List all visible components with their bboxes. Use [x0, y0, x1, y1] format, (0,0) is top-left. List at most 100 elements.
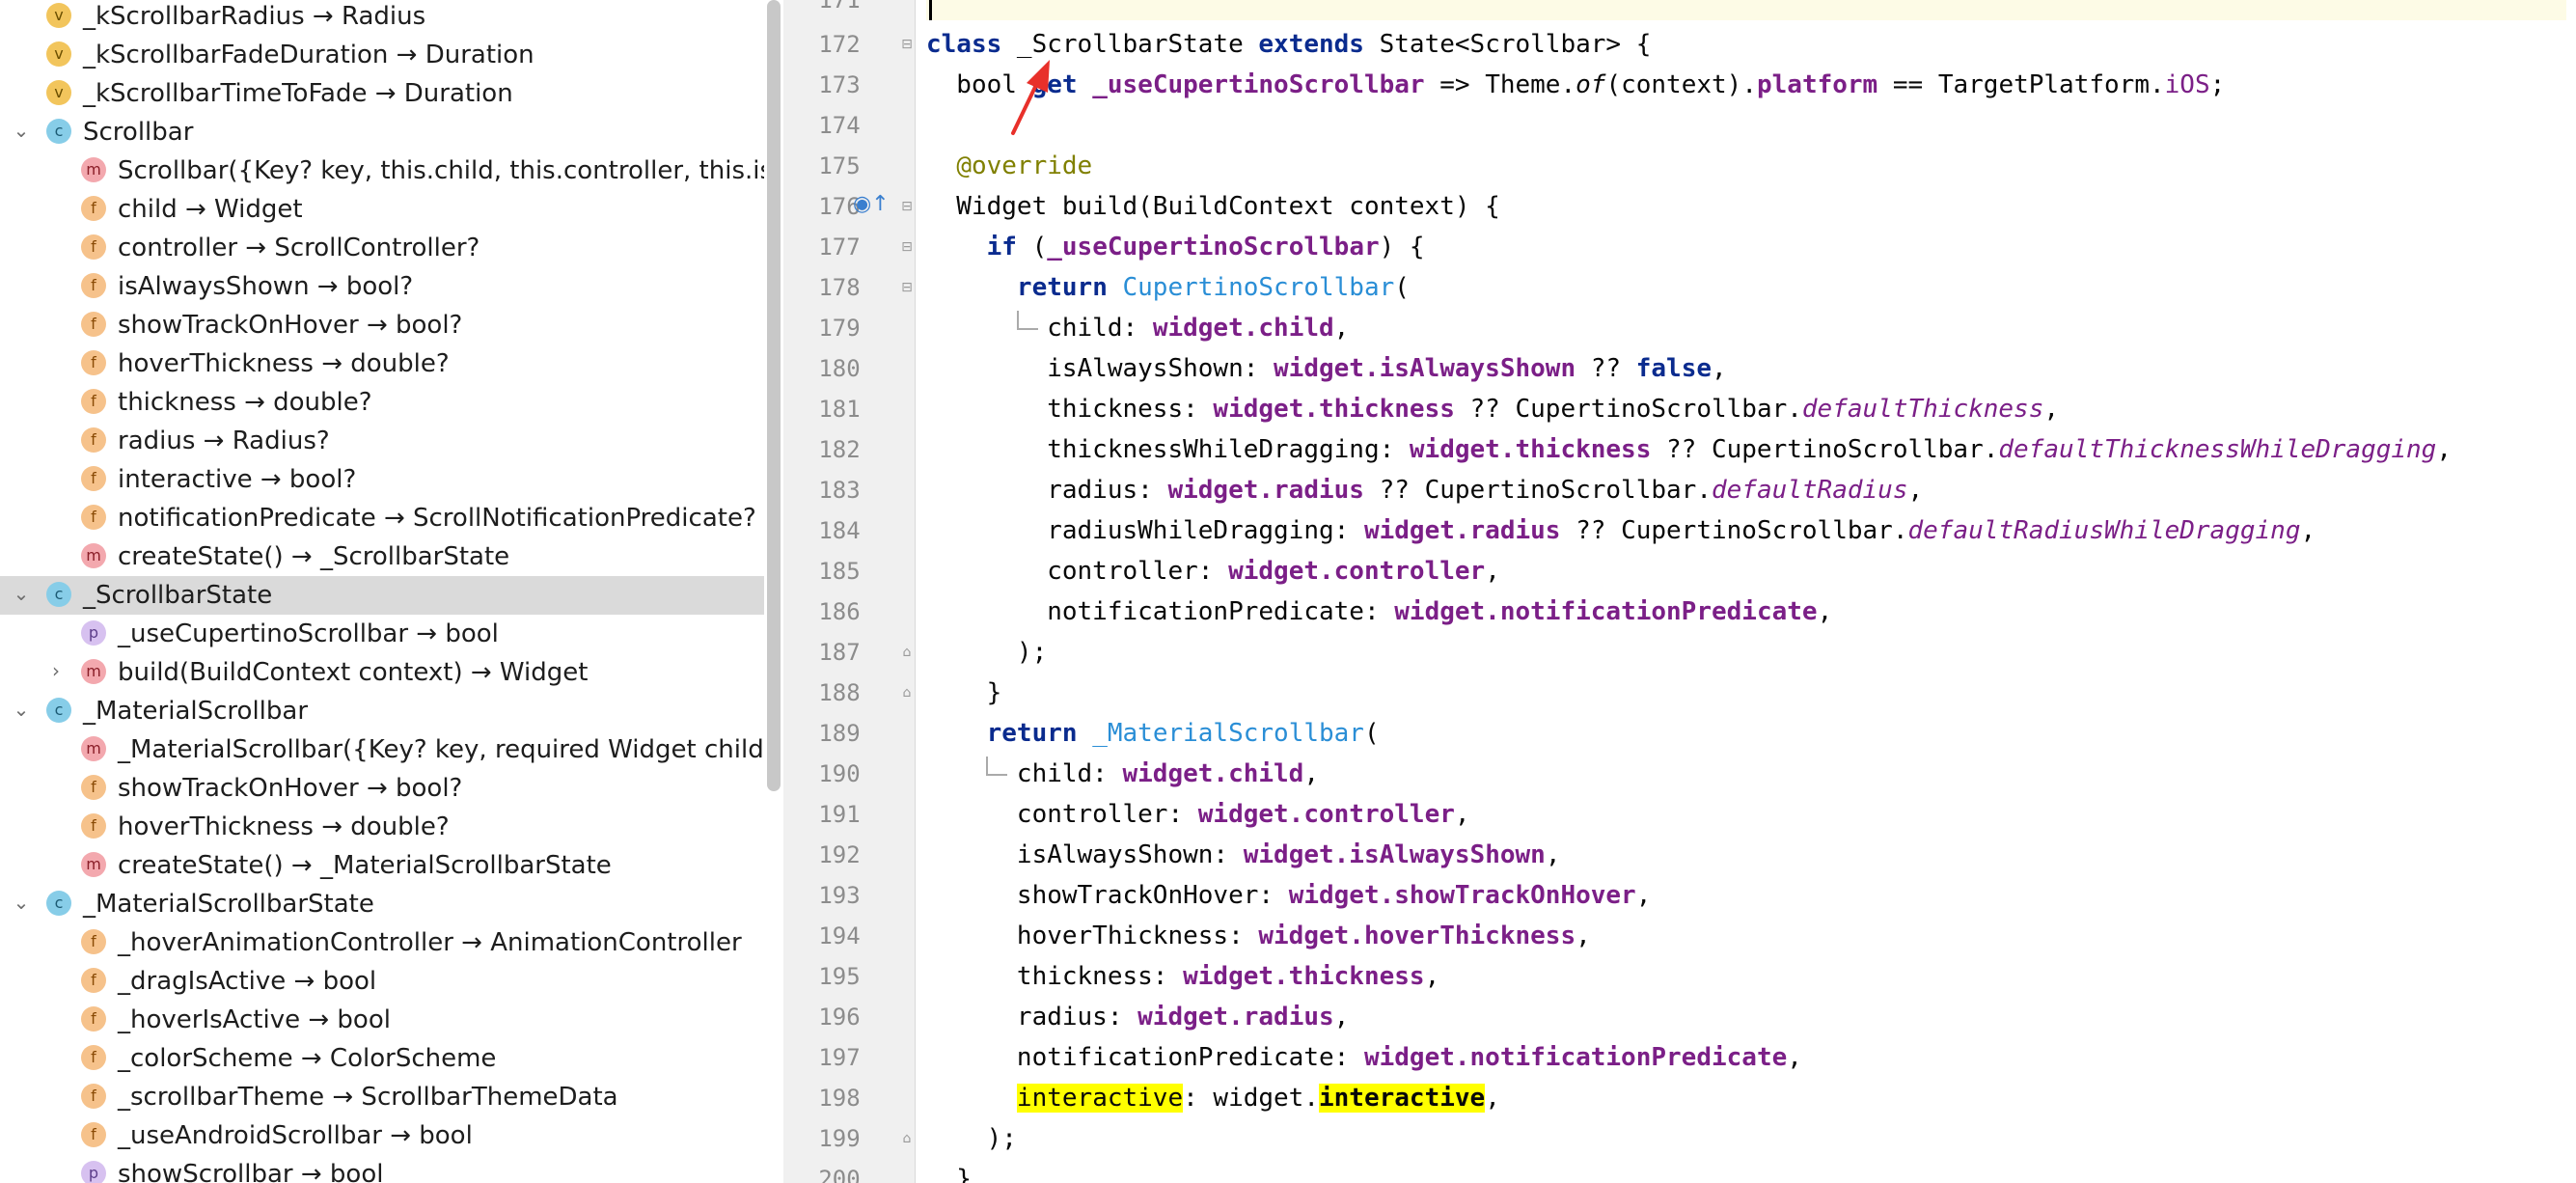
tree-item[interactable]: v _kScrollbarFadeDuration → Duration	[0, 36, 764, 74]
code-line[interactable]: controller: widget.controller,	[926, 551, 1500, 592]
chevron-down-icon[interactable]: ⌄	[12, 893, 31, 912]
identifier: _useCupertinoScrollbar	[1047, 233, 1380, 261]
code-line[interactable]: child: widget.child,	[926, 308, 1349, 348]
tree-item[interactable]: f radius → Radius?	[0, 422, 764, 460]
annotation: @override	[956, 151, 1093, 180]
tree-item[interactable]: f thickness → double?	[0, 383, 764, 422]
indent-guide	[1017, 311, 1038, 330]
keyword: return	[986, 719, 1078, 748]
line-number: 188	[818, 679, 861, 706]
code-line[interactable]: return CupertinoScrollbar(	[926, 267, 1410, 308]
tree-item[interactable]: f interactive → bool?	[0, 460, 764, 499]
tree-item[interactable]: f isAlwaysShown → bool?	[0, 267, 764, 306]
code-line[interactable]: radius: widget.radius,	[926, 997, 1349, 1037]
tree-item[interactable]: f _hoverIsActive → bool	[0, 1001, 764, 1039]
line-number: 174	[818, 112, 861, 139]
fold-end-icon[interactable]: ⌂	[899, 1118, 915, 1159]
tree-item-class[interactable]: ⌄ c _MaterialScrollbar	[0, 692, 764, 730]
code-line[interactable]: isAlwaysShown: widget.isAlwaysShown,	[926, 835, 1561, 875]
code-line[interactable]: return _MaterialScrollbar(	[926, 713, 1380, 754]
identifier: widget.notificationPredicate	[1363, 1043, 1788, 1072]
code-text: ,	[1333, 1003, 1350, 1032]
tree-item[interactable]: f hoverThickness → double?	[0, 808, 764, 846]
tree-item[interactable]: p _useCupertinoScrollbar → bool	[0, 615, 764, 653]
tree-item[interactable]: f _dragIsActive → bool	[0, 962, 764, 1001]
code-line[interactable]: thickness: widget.thickness,	[926, 956, 1439, 997]
code-text: notificationPredicate:	[926, 1043, 1364, 1072]
tree-item[interactable]: f _colorScheme → ColorScheme	[0, 1039, 764, 1078]
code-line[interactable]: bool get _useCupertinoScrollbar => Theme…	[926, 65, 2225, 105]
tree-item[interactable]: f _useAndroidScrollbar → bool	[0, 1116, 764, 1155]
code-line[interactable]: notificationPredicate: widget.notificati…	[926, 1037, 1802, 1078]
tree-item[interactable]: f showTrackOnHover → bool?	[0, 769, 764, 808]
code-line[interactable]: controller: widget.controller,	[926, 794, 1470, 835]
code-line[interactable]: showTrackOnHover: widget.showTrackOnHove…	[926, 875, 1651, 916]
code-text: (	[1016, 233, 1048, 261]
code-text: ,	[2300, 516, 2316, 545]
tree-item[interactable]: m Scrollbar({Key? key, this.child, this.…	[0, 151, 764, 190]
code-line[interactable]: );	[926, 632, 1047, 673]
code-line[interactable]: hoverThickness: widget.hoverThickness,	[926, 916, 1591, 956]
tree-item[interactable]: v _kScrollbarRadius → Radius	[0, 0, 764, 36]
code-editor[interactable]: 171 172 173 174 175 176 177 178 179 180 …	[783, 0, 2576, 1183]
fold-marker-icon[interactable]: ⊟	[899, 227, 915, 267]
fold-end-icon[interactable]: ⌂	[899, 632, 915, 673]
tree-item[interactable]: f showTrackOnHover → bool?	[0, 306, 764, 344]
search-highlight: interactive	[1016, 1084, 1184, 1113]
identifier: widget.showTrackOnHover	[1288, 881, 1636, 910]
override-marker-icon[interactable]: ◉↑	[853, 192, 890, 216]
tree-item[interactable]: f _hoverAnimationController → AnimationC…	[0, 923, 764, 962]
line-number: 179	[818, 315, 861, 342]
code-text: ,	[1485, 557, 1500, 586]
fold-end-icon[interactable]: ⌂	[899, 673, 915, 713]
code-line[interactable]: Widget build(BuildContext context) {	[926, 186, 1500, 227]
code-line[interactable]: class _ScrollbarState extends State<Scro…	[926, 24, 1651, 65]
tree-item[interactable]: m createState() → _MaterialScrollbarStat…	[0, 846, 764, 885]
tree-item[interactable]: f hoverThickness → double?	[0, 344, 764, 383]
code-line[interactable]: );	[926, 1118, 1017, 1159]
code-line[interactable]: thickness: widget.thickness ?? Cupertino…	[926, 389, 2059, 429]
field-icon: f	[81, 968, 106, 993]
fold-marker-icon[interactable]: ⊟	[899, 186, 915, 227]
tree-item[interactable]: f controller → ScrollController?	[0, 229, 764, 267]
tree-item[interactable]: › m build(BuildContext context) → Widget	[0, 653, 764, 692]
tree-item[interactable]: m _MaterialScrollbar({Key? key, required…	[0, 730, 764, 769]
class-icon: c	[46, 891, 71, 916]
tree-item-class[interactable]: ⌄ c Scrollbar	[0, 113, 764, 151]
code-line[interactable]: notificationPredicate: widget.notificati…	[926, 592, 1832, 632]
code-text: radiusWhileDragging:	[926, 516, 1364, 545]
code-line[interactable]: }	[926, 1159, 972, 1183]
chevron-down-icon[interactable]: ⌄	[12, 700, 31, 719]
code-line[interactable]: interactive: widget.interactive,	[926, 1078, 1500, 1118]
code-line[interactable]: }	[926, 673, 1002, 713]
code-line[interactable]: radius: widget.radius ?? CupertinoScroll…	[926, 470, 1923, 510]
tree-item-class-selected[interactable]: ⌄ c _ScrollbarState	[0, 576, 764, 615]
code-line[interactable]: @override	[926, 146, 1092, 186]
line-number: 197	[818, 1044, 861, 1071]
fold-marker-icon[interactable]: ⊟	[899, 267, 915, 308]
property-icon: p	[81, 1161, 106, 1183]
chevron-down-icon[interactable]: ⌄	[12, 584, 31, 603]
keyword: get	[1031, 70, 1078, 99]
structure-scrollbar[interactable]	[767, 0, 781, 791]
code-line[interactable]: isAlwaysShown: widget.isAlwaysShown ?? f…	[926, 348, 1726, 389]
code-text: ,	[1635, 881, 1652, 910]
tree-item[interactable]: f child → Widget	[0, 190, 764, 229]
chevron-right-icon[interactable]: ›	[46, 661, 66, 680]
code-line[interactable]: if (_useCupertinoScrollbar) {	[926, 227, 1425, 267]
code-line-current[interactable]	[926, 0, 2566, 20]
tree-item[interactable]: f _scrollbarTheme → ScrollbarThemeData	[0, 1078, 764, 1116]
tree-item[interactable]: f notificationPredicate → ScrollNotifica…	[0, 499, 764, 537]
field-icon: f	[81, 775, 106, 800]
tree-item[interactable]: v _kScrollbarTimeToFade → Duration	[0, 74, 764, 113]
chevron-down-icon[interactable]: ⌄	[12, 121, 31, 140]
code-line[interactable]: thicknessWhileDragging: widget.thickness…	[926, 429, 2452, 470]
fold-marker-icon[interactable]: ⊟	[899, 24, 915, 65]
tree-item-class[interactable]: ⌄ c _MaterialScrollbarState	[0, 885, 764, 923]
tree-item[interactable]: p showScrollbar → bool	[0, 1155, 764, 1183]
tree-item[interactable]: m createState() → _ScrollbarState	[0, 537, 764, 576]
code-line[interactable]: radiusWhileDragging: widget.radius ?? Cu…	[926, 510, 2316, 551]
